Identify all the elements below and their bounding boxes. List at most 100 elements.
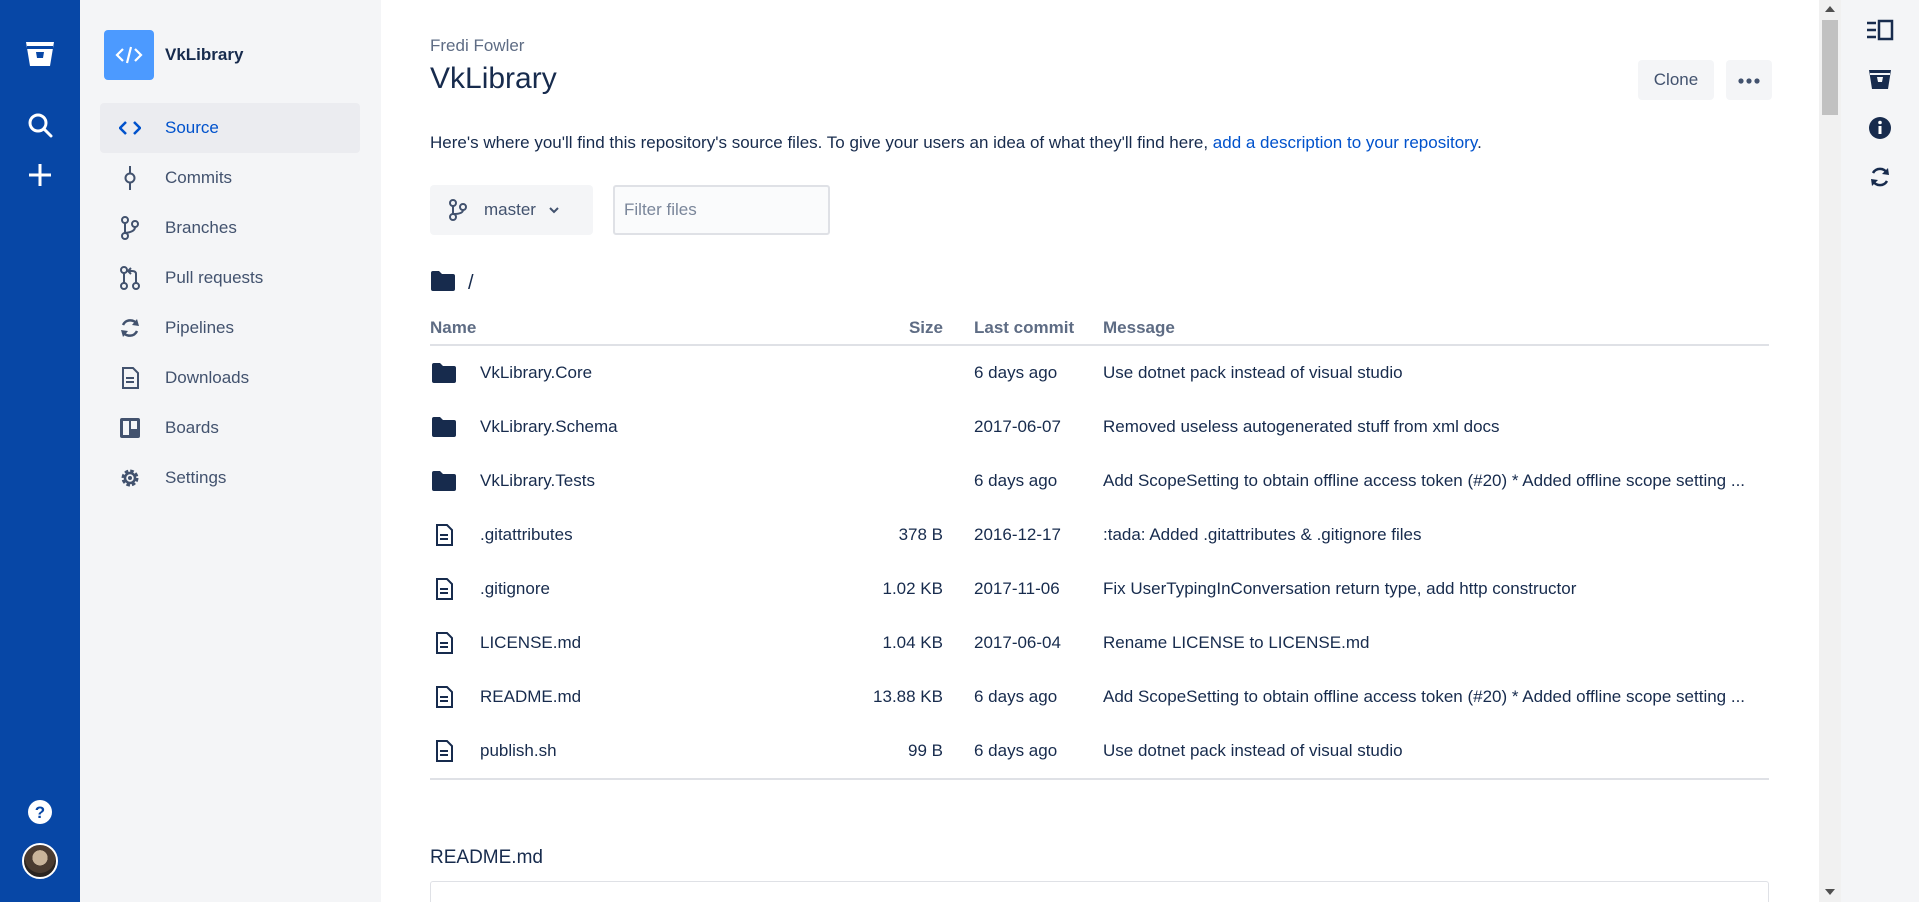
sidebar-item-downloads[interactable]: Downloads bbox=[100, 353, 360, 403]
add-description-link[interactable]: add a description to your repository bbox=[1213, 133, 1477, 152]
bitbucket-repo-icon[interactable] bbox=[1860, 59, 1900, 99]
clone-button[interactable]: Clone bbox=[1638, 60, 1714, 100]
column-name[interactable]: Name bbox=[430, 318, 870, 338]
file-name-link[interactable]: .gitignore bbox=[480, 579, 550, 599]
row-name-cell: VkLibrary.Core bbox=[430, 362, 870, 384]
scroll-up-arrow-icon[interactable] bbox=[1825, 6, 1835, 12]
breadcrumb: / bbox=[430, 270, 474, 297]
sidebar-item-label: Commits bbox=[165, 168, 233, 187]
file-icon bbox=[430, 578, 458, 600]
commit-message[interactable]: Add ScopeSetting to obtain offline acces… bbox=[1103, 471, 1769, 491]
sidebar-item-label: Branches bbox=[165, 218, 237, 237]
user-avatar[interactable] bbox=[22, 843, 58, 879]
repo-code-icon bbox=[104, 30, 154, 80]
repo-header[interactable]: VkLibrary bbox=[104, 30, 243, 80]
column-size[interactable]: Size bbox=[870, 318, 943, 338]
file-icon bbox=[430, 740, 458, 762]
file-size: 378 B bbox=[898, 525, 943, 544]
sidebar-item-pipelines[interactable]: Pipelines bbox=[100, 303, 360, 353]
sidebar-item-branches[interactable]: Branches bbox=[100, 203, 360, 253]
file-name-link[interactable]: VkLibrary.Core bbox=[480, 363, 592, 383]
last-commit-date: 2016-12-17 bbox=[974, 525, 1061, 544]
column-message[interactable]: Message bbox=[1103, 318, 1769, 338]
file-size: 1.02 KB bbox=[882, 579, 944, 598]
boards-icon bbox=[118, 416, 142, 440]
branch-icon bbox=[448, 199, 468, 221]
commit-message[interactable]: Rename LICENSE to LICENSE.md bbox=[1103, 633, 1769, 653]
settings-icon bbox=[118, 466, 142, 490]
page-scrollbar[interactable] bbox=[1819, 0, 1841, 902]
global-nav: ? bbox=[0, 0, 80, 902]
branch-name: master bbox=[484, 200, 536, 219]
table-row[interactable]: VkLibrary.Tests 6 days ago Add ScopeSettin… bbox=[430, 454, 1769, 508]
branch-icon bbox=[118, 216, 142, 240]
commit-message[interactable]: :tada: Added .gitattributes & .gitignore… bbox=[1103, 525, 1769, 545]
sidebar-item-pull-requests[interactable]: Pull requests bbox=[100, 253, 360, 303]
filter-files-input[interactable] bbox=[613, 185, 830, 235]
scrollbar-thumb[interactable] bbox=[1822, 20, 1838, 115]
downloads-icon bbox=[118, 366, 142, 390]
description-text: Here's where you'll find this repository… bbox=[430, 133, 1213, 152]
description-suffix: . bbox=[1477, 133, 1482, 152]
svg-text:?: ? bbox=[35, 803, 45, 822]
table-row[interactable]: README.md 13.88 KB 6 days ago Add ScopeSett… bbox=[430, 670, 1769, 724]
file-name-link[interactable]: VkLibrary.Schema bbox=[480, 417, 618, 437]
info-icon[interactable] bbox=[1860, 108, 1900, 148]
page-title: VkLibrary bbox=[430, 62, 557, 95]
file-size: 99 B bbox=[908, 741, 943, 760]
folder-icon bbox=[430, 470, 458, 492]
table-header: Name Size Last commit Message bbox=[430, 318, 1769, 346]
file-table: Name Size Last commit Message VkLibrary.… bbox=[430, 318, 1769, 780]
commit-icon bbox=[118, 166, 142, 190]
table-row[interactable]: publish.sh 99 B 6 days ago Use dotnet pack … bbox=[430, 724, 1769, 778]
file-name-link[interactable]: README.md bbox=[480, 687, 581, 707]
file-icon bbox=[430, 524, 458, 546]
last-commit-date: 6 days ago bbox=[974, 471, 1058, 490]
file-name-link[interactable]: publish.sh bbox=[480, 741, 557, 761]
search-icon[interactable] bbox=[20, 105, 60, 145]
commit-message[interactable]: Use dotnet pack instead of visual studio bbox=[1103, 741, 1769, 761]
repo-description: Here's where you'll find this repository… bbox=[430, 133, 1482, 153]
table-row[interactable]: .gitignore 1.02 KB 2017-11-06 Fix UserTypin… bbox=[430, 562, 1769, 616]
repo-owner[interactable]: Fredi Fowler bbox=[430, 36, 524, 56]
table-row[interactable]: LICENSE.md 1.04 KB 2017-06-04 Rename LICENS… bbox=[430, 616, 1769, 670]
sidebar-toggle-icon[interactable] bbox=[1860, 10, 1900, 50]
sidebar-item-label: Downloads bbox=[165, 368, 250, 387]
more-actions-button[interactable] bbox=[1726, 60, 1772, 100]
row-name-cell: .gitattributes bbox=[430, 524, 870, 546]
sidebar-item-source[interactable]: Source bbox=[100, 103, 360, 153]
sidebar-item-label: Pipelines bbox=[165, 318, 234, 337]
table-row[interactable]: VkLibrary.Schema 2017-06-07 Removed useles… bbox=[430, 400, 1769, 454]
commit-message[interactable]: Use dotnet pack instead of visual studio bbox=[1103, 363, 1769, 383]
pull-request-icon bbox=[118, 266, 142, 290]
file-icon bbox=[430, 686, 458, 708]
table-row[interactable]: .gitattributes 378 B 2016-12-17 :tada: Adde… bbox=[430, 508, 1769, 562]
sidebar-item-commits[interactable]: Commits bbox=[100, 153, 360, 203]
last-commit-date: 6 days ago bbox=[974, 363, 1058, 382]
row-name-cell: publish.sh bbox=[430, 740, 870, 762]
file-name-link[interactable]: LICENSE.md bbox=[480, 633, 581, 653]
sidebar-nav: Source Commits Branches Pull requests Pi… bbox=[100, 103, 360, 503]
table-row[interactable]: VkLibrary.Core 6 days ago Use dotnet pack … bbox=[430, 346, 1769, 400]
main-content: Fredi Fowler VkLibrary Clone Here's wher… bbox=[381, 0, 1821, 902]
sidebar-item-label: Source bbox=[165, 118, 219, 137]
sidebar-item-label: Settings bbox=[165, 468, 227, 487]
column-last-commit[interactable]: Last commit bbox=[943, 318, 1103, 338]
file-icon bbox=[430, 632, 458, 654]
scroll-down-arrow-icon[interactable] bbox=[1825, 889, 1835, 895]
last-commit-date: 6 days ago bbox=[974, 741, 1058, 760]
commit-message[interactable]: Fix UserTypingInConversation return type… bbox=[1103, 579, 1769, 599]
create-plus-icon[interactable] bbox=[20, 155, 60, 195]
file-name-link[interactable]: .gitattributes bbox=[480, 525, 573, 545]
row-name-cell: LICENSE.md bbox=[430, 632, 870, 654]
sidebar-item-settings[interactable]: Settings bbox=[100, 453, 360, 503]
sync-icon[interactable] bbox=[1860, 157, 1900, 197]
bitbucket-logo-icon[interactable] bbox=[20, 34, 60, 74]
sidebar-item-boards[interactable]: Boards bbox=[100, 403, 360, 453]
commit-message[interactable]: Add ScopeSetting to obtain offline acces… bbox=[1103, 687, 1769, 707]
file-name-link[interactable]: VkLibrary.Tests bbox=[480, 471, 595, 491]
help-icon[interactable]: ? bbox=[20, 792, 60, 832]
commit-message[interactable]: Removed useless autogenerated stuff from… bbox=[1103, 417, 1769, 437]
row-name-cell: .gitignore bbox=[430, 578, 870, 600]
branch-selector[interactable]: master bbox=[430, 185, 593, 235]
